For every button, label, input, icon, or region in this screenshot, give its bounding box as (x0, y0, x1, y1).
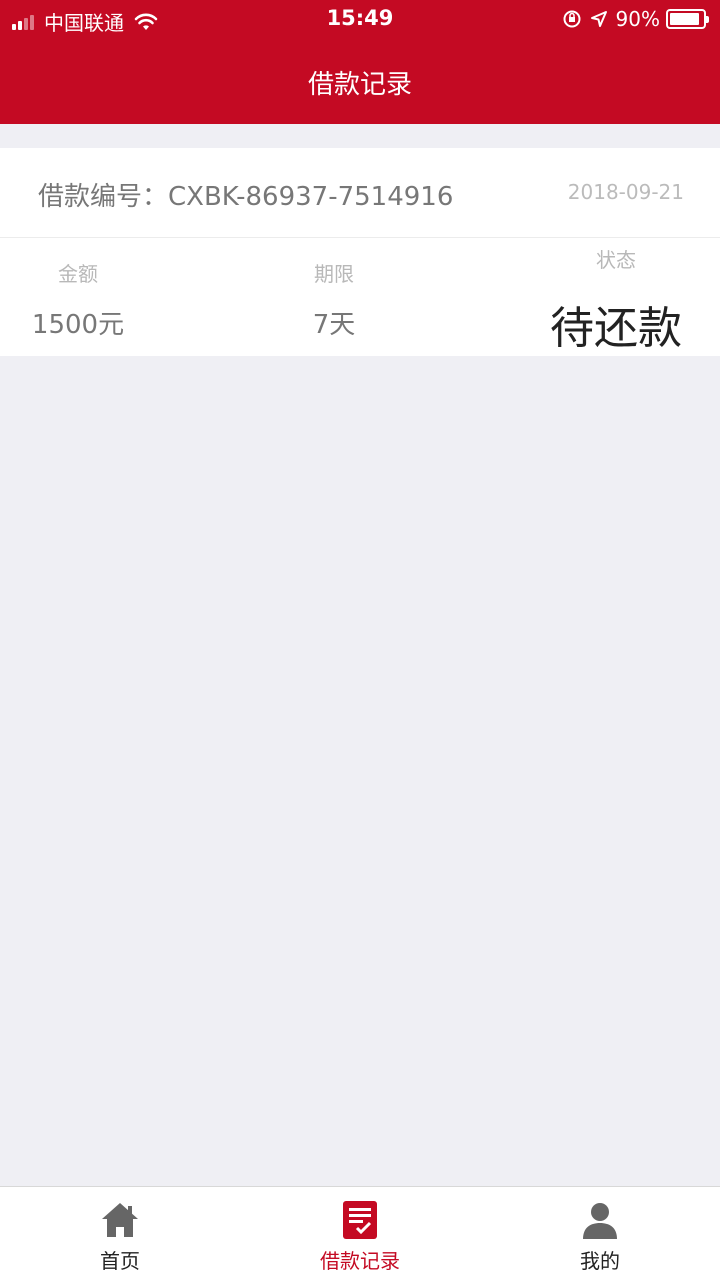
tab-loan-records[interactable]: 借款记录 (240, 1187, 480, 1280)
tab-loan-records-label: 借款记录 (320, 1249, 400, 1273)
term-label: 期限 (314, 262, 354, 286)
loan-number: 借款编号：CXBK-86937-7514916 (38, 182, 454, 212)
loan-record-card[interactable]: 借款编号：CXBK-86937-7514916 2018-09-21 金额 15… (0, 148, 720, 356)
status-value: 待还款 (550, 303, 682, 354)
amount-label: 金额 (58, 262, 98, 286)
home-icon (0, 1201, 240, 1241)
records-icon (240, 1201, 480, 1241)
record-header: 借款编号：CXBK-86937-7514916 2018-09-21 (0, 148, 720, 238)
page-title: 借款记录 (307, 70, 412, 100)
status-bar: 中国联通 15:49 90% (0, 0, 720, 40)
status-label: 状态 (596, 248, 636, 272)
battery-percent: 90% (615, 7, 660, 31)
orientation-lock-icon (563, 10, 581, 28)
battery-icon (666, 9, 709, 29)
user-icon (480, 1201, 720, 1241)
location-icon (590, 11, 607, 27)
tab-mine-label: 我的 (580, 1249, 620, 1273)
tab-bar: 首页 借款记录 我的 (0, 1186, 720, 1280)
status-right: 90% (562, 7, 709, 31)
tab-home-label: 首页 (100, 1249, 140, 1273)
tab-home[interactable]: 首页 (0, 1187, 240, 1280)
term-value: 7天 (312, 310, 356, 340)
amount-value: 1500元 (31, 310, 125, 340)
loan-date: 2018-09-21 (567, 180, 684, 204)
tab-mine[interactable]: 我的 (480, 1187, 720, 1280)
header: 中国联通 15:49 90% 借款记录 (0, 0, 720, 124)
